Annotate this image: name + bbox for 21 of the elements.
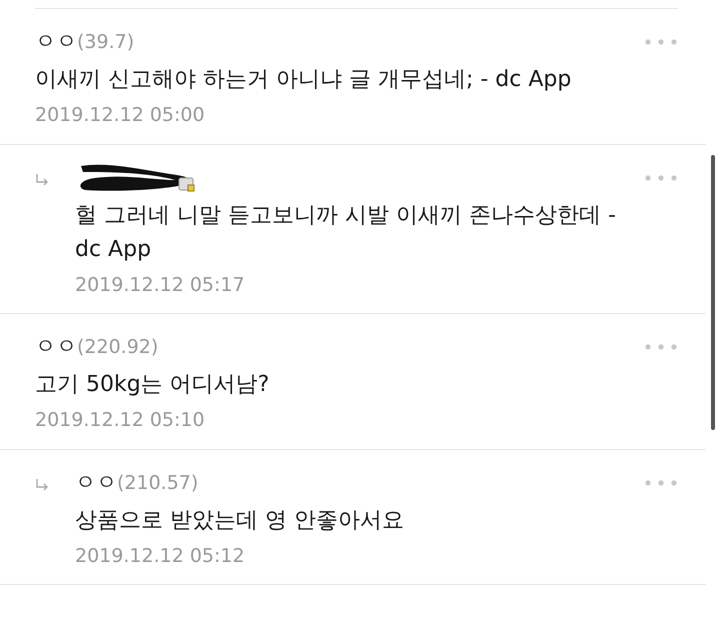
more-icon[interactable] bbox=[644, 38, 678, 46]
comment-text: 이새끼 신고해야 하는거 아니냐 글 개무섭네; - dc App bbox=[35, 66, 572, 94]
more-icon[interactable] bbox=[644, 478, 678, 486]
user-name[interactable]: ㅇㅇ bbox=[35, 26, 77, 58]
user-name[interactable]: ㅇㅇ bbox=[75, 466, 117, 498]
user-score: (39.7) bbox=[77, 30, 134, 56]
comment-date: 2019.12.12 05:10 bbox=[35, 408, 206, 433]
user-score: (220.92) bbox=[77, 335, 158, 360]
user-score: (210.57) bbox=[117, 470, 198, 496]
user-name[interactable]: ㅇㅇ bbox=[35, 331, 77, 363]
scroll-bar[interactable] bbox=[711, 155, 715, 430]
comment-text: 고기 50kg는 어디서남? bbox=[35, 371, 270, 399]
comment-date: 2019.12.12 05:00 bbox=[35, 103, 206, 128]
comment-text: 헐 그러네 니말 듣고보니까 시발 이새끼 존나수상한데 - dc App bbox=[75, 202, 617, 264]
more-icon[interactable] bbox=[644, 343, 678, 351]
comment-date: 2019.12.12 05:17 bbox=[75, 272, 246, 298]
reply-arrow-icon bbox=[35, 172, 49, 186]
comment-text: 상품으로 받았는데 영 안좋아서요 bbox=[75, 506, 405, 534]
more-icon[interactable] bbox=[644, 174, 678, 182]
reply-arrow-icon bbox=[35, 478, 49, 492]
comment-date: 2019.12.12 05:12 bbox=[75, 544, 246, 568]
